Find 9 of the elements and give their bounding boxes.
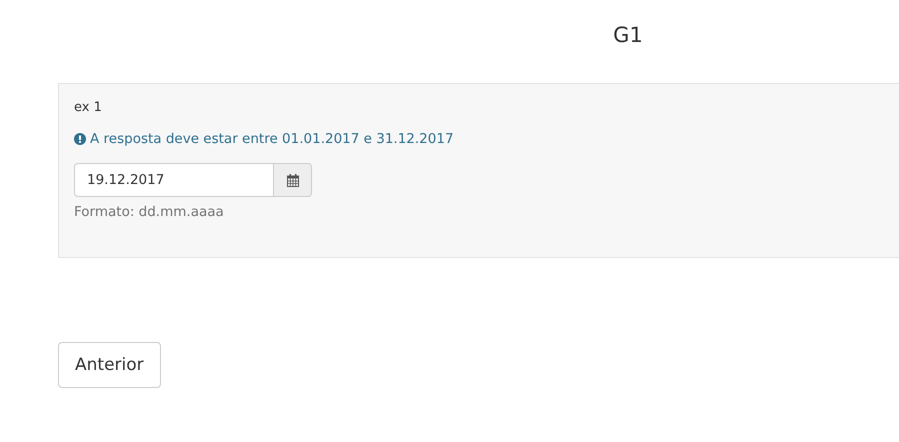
format-note: Formato: dd.mm.aaaa	[74, 204, 225, 220]
question-label: ex 1	[74, 100, 103, 115]
calendar-button[interactable]	[274, 163, 312, 197]
date-field[interactable]: 19.12.2017	[74, 163, 274, 197]
exclamation-icon	[74, 133, 86, 145]
page-title: G1	[612, 22, 644, 48]
hint-text: A resposta deve estar entre 01.01.2017 e 31.12.2017	[90, 131, 454, 147]
calendar-icon	[286, 174, 298, 186]
previous-button[interactable]: Anterior	[58, 342, 161, 388]
